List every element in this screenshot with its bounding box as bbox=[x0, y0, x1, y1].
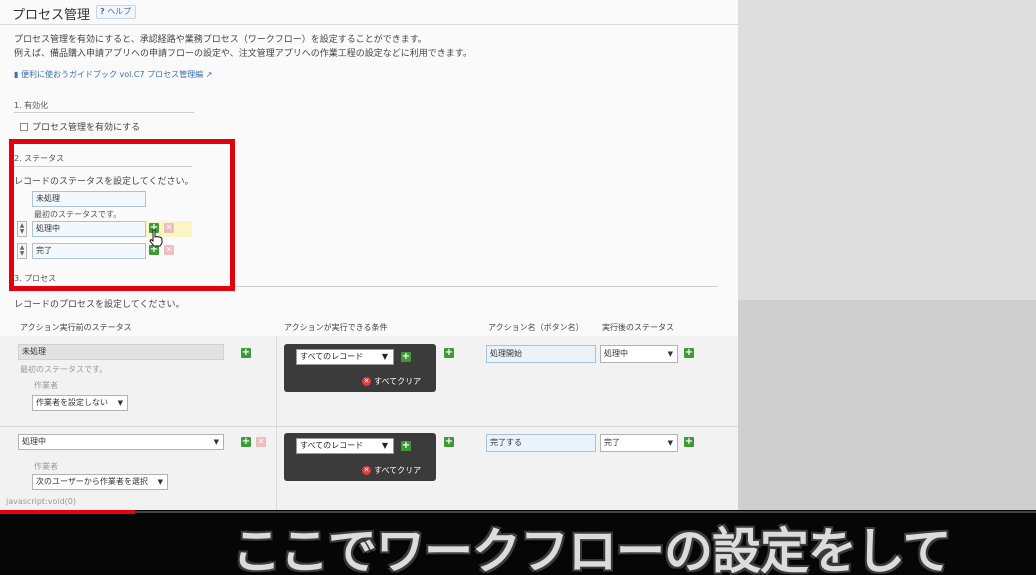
condition-select-1[interactable]: すべてのレコード ▼ bbox=[296, 349, 394, 365]
process-instruction: レコードのプロセスを設定してください。 bbox=[14, 300, 185, 310]
enable-process-checkbox[interactable] bbox=[20, 123, 28, 131]
first-status-note-row: 最初のステータスです。 bbox=[20, 365, 108, 374]
plus-icon[interactable]: + bbox=[401, 352, 411, 362]
plus-icon[interactable]: + bbox=[444, 437, 454, 447]
right-gray-shade bbox=[738, 300, 1036, 510]
chevron-down-icon: ▼ bbox=[381, 352, 388, 361]
before-status-value-2: 処理中 bbox=[22, 437, 46, 446]
process-row-divider bbox=[0, 426, 738, 427]
plus-icon[interactable]: + bbox=[401, 441, 411, 451]
before-status-1: 未処理 bbox=[18, 344, 224, 360]
plus-icon[interactable]: + bbox=[684, 348, 694, 358]
clear-all-button-2[interactable]: ✕ すべてクリア bbox=[362, 465, 421, 476]
column-before-status: アクション実行前のステータス bbox=[20, 323, 132, 332]
after-status-select-1[interactable]: 処理中 ▼ bbox=[600, 345, 678, 363]
help-button[interactable]: ? ヘルプ bbox=[96, 5, 136, 19]
x-icon: ✕ bbox=[362, 466, 371, 475]
plus-icon[interactable]: + bbox=[684, 437, 694, 447]
guide-link-label: 便利に使おうガイドブック vol.C7 プロセス管理編 bbox=[20, 70, 204, 79]
after-status-select-2[interactable]: 完了 ▼ bbox=[600, 434, 678, 452]
assignee-value-1: 作業者を設定しない bbox=[36, 398, 108, 407]
section-1-underline bbox=[14, 112, 194, 113]
chevron-down-icon: ▼ bbox=[381, 441, 388, 450]
action-name-1[interactable]: 処理開始 bbox=[486, 345, 596, 363]
help-icon: ? bbox=[100, 7, 105, 16]
video-subtitle: ここでワークフローの設定をして bbox=[232, 523, 952, 575]
chevron-down-icon: ▼ bbox=[117, 399, 123, 407]
plus-icon[interactable]: + bbox=[241, 348, 251, 358]
chevron-down-icon: ▼ bbox=[157, 478, 163, 486]
assignee-label-2: 作業者 bbox=[34, 462, 58, 471]
chevron-down-icon: ▼ bbox=[213, 438, 219, 446]
column-action-name: アクション名（ボタン名） bbox=[488, 323, 584, 332]
x-icon[interactable]: ✕ bbox=[256, 437, 266, 447]
assignee-select-2[interactable]: 次のユーザーから作業者を選択 ▼ bbox=[32, 474, 168, 490]
column-condition: アクションが実行できる条件 bbox=[284, 323, 388, 332]
chevron-down-icon: ▼ bbox=[667, 350, 673, 358]
x-icon: ✕ bbox=[362, 377, 371, 386]
header-divider bbox=[0, 24, 738, 25]
after-status-value-2: 完了 bbox=[604, 438, 620, 447]
clear-all-button-1[interactable]: ✕ すべてクリア bbox=[362, 376, 421, 387]
plus-icon[interactable]: + bbox=[241, 437, 251, 447]
assignee-label-1: 作業者 bbox=[34, 381, 58, 390]
description-line-2: 例えば、備品購入申請アプリへの申請フローの設定や、注文管理アプリへの作業工程の設… bbox=[14, 49, 472, 59]
assignee-value-2: 次のユーザーから作業者を選択 bbox=[36, 477, 148, 486]
condition-value-1: すべてのレコード bbox=[300, 352, 364, 361]
page-title: プロセス管理 bbox=[12, 8, 91, 23]
external-link-icon: ↗ bbox=[205, 70, 213, 79]
section-1-heading: 1. 有効化 bbox=[14, 101, 49, 110]
guide-link[interactable]: ▮ 便利に使おうガイドブック vol.C7 プロセス管理編 ↗ bbox=[14, 69, 212, 80]
column-after-status: 実行後のステータス bbox=[602, 323, 674, 332]
before-status-select-2[interactable]: 処理中 ▼ bbox=[18, 434, 224, 450]
help-label: ヘルプ bbox=[107, 7, 132, 16]
clear-all-label-1: すべてクリア bbox=[374, 377, 422, 386]
chevron-down-icon: ▼ bbox=[667, 439, 673, 447]
book-icon: ▮ bbox=[14, 70, 19, 79]
assignee-select-1[interactable]: 作業者を設定しない ▼ bbox=[32, 395, 128, 411]
video-progress-bar[interactable] bbox=[0, 510, 135, 514]
after-status-value-1: 処理中 bbox=[604, 349, 628, 358]
enable-process-label: プロセス管理を有効にする bbox=[32, 123, 141, 133]
action-name-2[interactable]: 完了する bbox=[486, 434, 596, 452]
condition-value-2: すべてのレコード bbox=[300, 441, 364, 450]
clear-all-label-2: すべてクリア bbox=[374, 466, 422, 475]
plus-icon[interactable]: + bbox=[444, 348, 454, 358]
status-highlight-box bbox=[9, 139, 235, 291]
condition-select-2[interactable]: すべてのレコード ▼ bbox=[296, 438, 394, 454]
description-line-1: プロセス管理を有効にすると、承認経路や業務プロセス（ワークフロー）を設定すること… bbox=[14, 35, 427, 45]
browser-status-url: javascript:void(0) bbox=[6, 497, 77, 506]
process-table-separator bbox=[276, 336, 277, 510]
